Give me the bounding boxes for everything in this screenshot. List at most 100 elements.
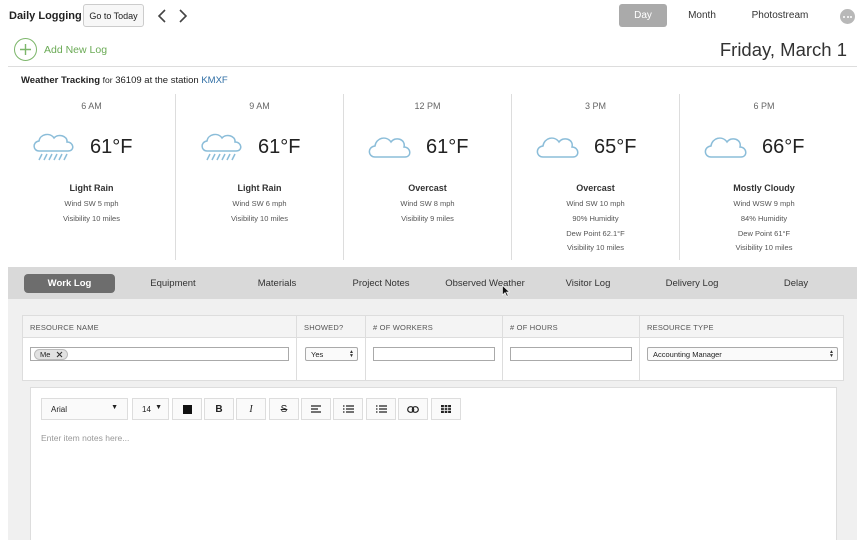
rain-cloud-icon: [201, 133, 242, 161]
resource-chip: Me: [34, 349, 69, 360]
app-title: Daily Logging: [9, 10, 82, 22]
go-to-today-button[interactable]: Go to Today: [83, 4, 144, 27]
strikethrough-button[interactable]: S: [269, 398, 299, 420]
forecast-detail: Visibility 10 miles: [63, 214, 120, 223]
font-family-select[interactable]: Arial ▼: [41, 398, 128, 420]
text-color-button[interactable]: [172, 398, 202, 420]
weather-station-link[interactable]: KMXF: [201, 75, 227, 86]
forecast-time: 6 AM: [81, 101, 102, 111]
font-size-value: 14: [142, 404, 151, 414]
resource-name-input[interactable]: Me: [30, 347, 289, 361]
weather-station-text: at the station: [144, 75, 199, 86]
weather-forecast: 6 AM 61°F Light Rain Wind SW 5 mph Visib…: [8, 94, 848, 260]
bullet-list-icon: [342, 405, 354, 413]
chevron-left-icon: [157, 9, 166, 23]
strikethrough-icon: S: [280, 403, 288, 415]
forecast-column: 6 PM 66°F Mostly Cloudy Wind WSW 9 mph 8…: [680, 94, 848, 260]
forecast-time: 3 PM: [584, 101, 606, 111]
forecast-temp: 61°F: [90, 136, 133, 158]
view-tab-month[interactable]: Month: [678, 4, 726, 27]
forecast-temp: 61°F: [426, 136, 469, 158]
cloud-icon: [704, 137, 747, 158]
forecast-detail: Wind WSW 9 mph: [733, 199, 795, 208]
forecast-detail: Dew Point 62.1°F: [566, 229, 625, 238]
chevron-right-icon: [179, 9, 188, 23]
forecast-detail: Visibility 10 miles: [735, 243, 793, 252]
work-log-table: RESOURCE NAME SHOWED? # OF WORKERS # OF …: [22, 315, 844, 381]
tab-delivery-log[interactable]: Delivery Log: [652, 274, 732, 293]
showed-select[interactable]: Yes ▲ ▼: [305, 347, 358, 361]
forecast-detail: Wind SW 10 mph: [566, 199, 625, 208]
workers-input[interactable]: [373, 347, 495, 361]
resource-type-select[interactable]: Accounting Manager ▲ ▼: [647, 347, 838, 361]
resource-chip-label: Me: [40, 350, 51, 359]
bullet-list-button[interactable]: [333, 398, 363, 420]
insert-table-button[interactable]: [431, 398, 461, 420]
column-header-workers: # OF WORKERS: [366, 316, 503, 338]
select-arrows-icon: ▲ ▼: [829, 349, 834, 359]
forecast-column: 9 AM 61°F Light Rain Wind SW 6 mph Visib…: [176, 94, 344, 260]
forecast-condition: Light Rain: [237, 183, 282, 193]
forecast-detail: 84% Humidity: [740, 214, 788, 223]
tab-visitor-log[interactable]: Visitor Log: [548, 274, 628, 293]
hours-input[interactable]: [510, 347, 632, 361]
bold-button[interactable]: B: [204, 398, 234, 420]
forecast-time: 12 PM: [414, 101, 441, 111]
table-icon: [441, 405, 451, 413]
align-left-icon: [311, 405, 321, 413]
tab-observed-weather[interactable]: Observed Weather: [440, 274, 530, 293]
forecast-detail: Visibility 10 miles: [231, 214, 288, 223]
hours-cell: [503, 338, 640, 381]
forecast-detail: Visibility 10 miles: [567, 243, 624, 252]
forecast-condition: Light Rain: [69, 183, 114, 193]
italic-button[interactable]: I: [236, 398, 266, 420]
add-new-log-label: Add New Log: [44, 43, 108, 56]
forecast-detail: 90% Humidity: [572, 214, 619, 223]
numbered-list-button[interactable]: [366, 398, 396, 420]
tab-work-log[interactable]: Work Log: [24, 274, 115, 293]
cloud-icon: [368, 137, 411, 158]
font-size-select[interactable]: 14 ▼: [132, 398, 169, 420]
forecast-detail: Wind SW 6 mph: [232, 199, 287, 208]
align-button[interactable]: [301, 398, 331, 420]
resource-type-value: Accounting Manager: [653, 349, 722, 359]
workers-cell: [366, 338, 503, 381]
forecast-condition: Overcast: [576, 183, 615, 193]
dot-icon: [843, 15, 845, 18]
column-header-showed: SHOWED?: [297, 316, 366, 338]
forecast-detail: Dew Point 61°F: [737, 229, 791, 238]
work-log-panel: RESOURCE NAME SHOWED? # OF WORKERS # OF …: [8, 299, 857, 540]
notes-textarea[interactable]: Enter item notes here...: [41, 433, 129, 443]
more-options-button[interactable]: [840, 9, 855, 24]
forecast-column: 3 PM 65°F Overcast Wind SW 10 mph 90% Hu…: [512, 94, 680, 260]
close-icon[interactable]: [56, 351, 63, 358]
cloud-icon: [536, 137, 579, 158]
view-tab-photostream[interactable]: Photostream: [743, 4, 817, 27]
font-family-value: Arial: [51, 404, 68, 414]
select-arrows-icon: ▲ ▼: [349, 349, 354, 359]
notes-editor: Arial ▼ 14 ▼ B I S Enter item notes here…: [30, 387, 837, 540]
link-icon: [407, 405, 419, 413]
resource-type-cell: Accounting Manager ▲ ▼: [640, 338, 844, 381]
add-new-log-button[interactable]: Add New Log: [14, 38, 107, 61]
caret-down-icon: ▼: [155, 404, 162, 411]
bold-icon: B: [215, 403, 223, 415]
view-tab-day[interactable]: Day: [619, 4, 667, 27]
caret-down-icon: ▼: [111, 404, 118, 411]
log-section-tabs: Work Log Equipment Materials Project Not…: [8, 267, 857, 299]
mouse-pointer-icon: [502, 285, 510, 297]
tab-project-notes[interactable]: Project Notes: [341, 274, 421, 293]
weather-tracking-title: Weather Tracking for 36109 at the statio…: [21, 75, 228, 86]
tab-materials[interactable]: Materials: [237, 274, 317, 293]
tab-equipment[interactable]: Equipment: [133, 274, 213, 293]
current-date-heading: Friday, March 1: [719, 39, 847, 60]
forecast-temp: 65°F: [594, 136, 637, 158]
forecast-time: 9 AM: [249, 101, 270, 111]
tab-delay[interactable]: Delay: [756, 274, 836, 293]
weather-zip: 36109: [115, 75, 142, 86]
previous-day-button[interactable]: [155, 8, 169, 24]
next-day-button[interactable]: [176, 8, 190, 24]
rain-cloud-icon: [33, 133, 74, 161]
insert-link-button[interactable]: [398, 398, 428, 420]
column-header-hours: # OF HOURS: [503, 316, 640, 338]
